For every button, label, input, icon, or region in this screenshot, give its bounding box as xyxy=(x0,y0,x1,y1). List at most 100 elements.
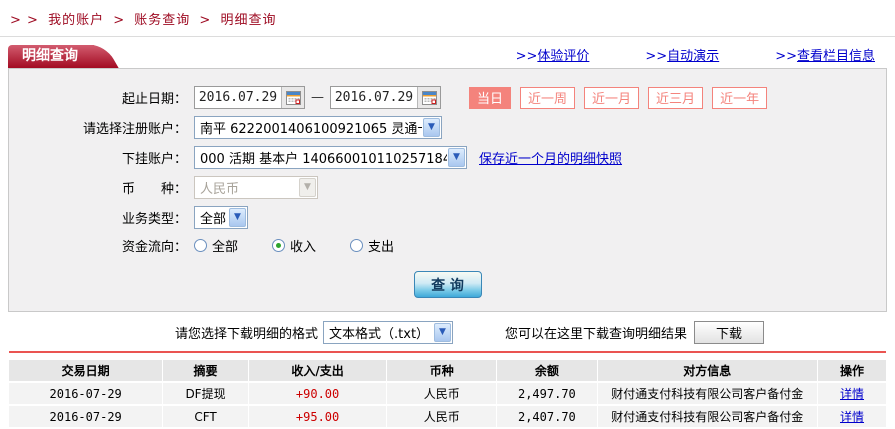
query-form-panel: 起止日期： — xyxy=(8,68,887,312)
cell-trade-date: 2016-07-29 xyxy=(9,406,163,427)
divider xyxy=(0,36,895,37)
flow-option-all[interactable]: 全部 xyxy=(194,236,238,255)
query-button-row: 查 询 xyxy=(9,271,886,298)
chevron-down-icon: ▼ xyxy=(448,148,465,167)
link-label: 自动演示 xyxy=(667,49,720,64)
fund-flow-radio-group: 全部 收入 支出 xyxy=(194,236,428,255)
business-type-row: 业务类型： 全部 ▼ xyxy=(9,206,886,229)
header-trade-date: 交易日期 xyxy=(9,360,163,381)
chevron-down-icon: ▼ xyxy=(299,178,316,197)
date-from-input[interactable] xyxy=(195,88,281,107)
cell-summary: DF提现 xyxy=(163,383,248,404)
currency-select: 人民币 ▼ xyxy=(194,176,318,199)
sub-account-row: 下挂账户： 000 活期 基本户 1406600101102571848 ▼ 保… xyxy=(9,146,886,169)
cell-currency: 人民币 xyxy=(387,383,497,404)
link-experience-rating[interactable]: >>体验评价 xyxy=(516,45,590,64)
download-hint: 您可以在这里下载查询明细结果 xyxy=(505,327,688,342)
currency-row: 币 种： 人民币 ▼ xyxy=(9,176,886,199)
sub-account-value: 000 活期 基本户 1406600101102571848 xyxy=(200,152,447,167)
registered-account-value: 南平 6222001406100921065 灵通卡 xyxy=(200,122,422,137)
download-format-label: 请您选择下载明细的格式 xyxy=(175,327,319,342)
business-type-value: 全部 xyxy=(200,212,227,227)
link-prefix: >> xyxy=(775,49,797,64)
fund-flow-label: 资金流向： xyxy=(121,240,187,255)
breadcrumb-separator: > xyxy=(199,13,212,28)
radio-checked-icon[interactable] xyxy=(272,239,286,252)
quick-range-buttons: 当日 近一周 近一月 近三月 近一年 xyxy=(469,86,768,109)
save-snapshot-link[interactable]: 保存近一个月的明细快照 xyxy=(479,148,622,167)
top-links: >>体验评价 >>自动演示 >>查看栏目信息 xyxy=(516,45,887,68)
header-action: 操作 xyxy=(818,360,886,381)
cell-trade-date: 2016-07-29 xyxy=(9,383,163,404)
radio-unchecked-icon[interactable] xyxy=(350,239,364,252)
sub-account-select[interactable]: 000 活期 基本户 1406600101102571848 ▼ xyxy=(194,146,467,169)
detail-link[interactable]: 详情 xyxy=(840,387,864,401)
cell-action: 详情 xyxy=(818,406,886,427)
transaction-table: 交易日期 摘要 收入/支出 币种 余额 对方信息 操作 2016-07-29 D… xyxy=(8,358,887,429)
quick-range-year-button[interactable]: 近一年 xyxy=(712,86,768,109)
flow-option-all-label: 全部 xyxy=(212,240,239,255)
quick-range-week-button[interactable]: 近一周 xyxy=(520,86,576,109)
calendar-icon[interactable] xyxy=(417,87,440,108)
breadcrumb-separator: > xyxy=(113,13,126,28)
header-balance: 余额 xyxy=(497,360,597,381)
flow-option-expense[interactable]: 支出 xyxy=(350,236,394,255)
flow-option-income[interactable]: 收入 xyxy=(272,236,316,255)
date-range-row: 起止日期： — xyxy=(9,86,886,109)
quick-range-today-button[interactable]: 当日 xyxy=(469,86,512,109)
flow-option-income-label: 收入 xyxy=(290,240,317,255)
cell-counterparty: 财付通支付科技有限公司客户备付金 xyxy=(597,406,818,427)
cell-amount: +95.00 xyxy=(248,406,387,427)
registered-account-label: 请选择注册账户： xyxy=(82,122,187,137)
red-separator-line xyxy=(9,351,886,353)
link-prefix: >> xyxy=(515,49,538,64)
registered-account-row: 请选择注册账户： 南平 6222001406100921065 灵通卡 ▼ xyxy=(9,116,886,139)
download-button[interactable]: 下载 xyxy=(694,321,765,344)
table-row: 2016-07-29 CFT +95.00 人民币 2,407.70 财付通支付… xyxy=(9,406,886,427)
calendar-icon[interactable] xyxy=(281,87,304,108)
date-from-box xyxy=(194,86,305,109)
cell-counterparty: 财付通支付科技有限公司客户备付金 xyxy=(597,383,818,404)
link-label: 查看栏目信息 xyxy=(796,49,875,64)
download-format-select[interactable]: 文本格式（.txt） ▼ xyxy=(323,321,454,344)
breadcrumb-item-my-account[interactable]: 我的账户 xyxy=(48,13,104,28)
cell-balance: 2,497.70 xyxy=(497,383,597,404)
tab-detail-query[interactable]: 明细查询 xyxy=(8,45,94,68)
radio-unchecked-icon[interactable] xyxy=(194,239,207,252)
download-row: 请您选择下载明细的格式 文本格式（.txt） ▼ 您可以在这里下载查询明细结果 … xyxy=(175,321,895,344)
download-format-value: 文本格式（.txt） xyxy=(329,327,430,342)
tab-bar: 明细查询 >>体验评价 >>自动演示 >>查看栏目信息 xyxy=(8,44,887,68)
fund-flow-row: 资金流向： 全部 收入 支出 xyxy=(9,236,886,255)
chevron-down-icon: ▼ xyxy=(229,208,246,227)
currency-label: 币 种： xyxy=(121,182,187,197)
date-to-box xyxy=(330,86,441,109)
header-counterparty: 对方信息 xyxy=(597,360,818,381)
cell-summary: CFT xyxy=(163,406,248,427)
table-header-row: 交易日期 摘要 收入/支出 币种 余额 对方信息 操作 xyxy=(9,360,886,381)
date-range-label: 起止日期： xyxy=(121,92,187,107)
registered-account-select[interactable]: 南平 6222001406100921065 灵通卡 ▼ xyxy=(194,116,442,139)
cell-balance: 2,407.70 xyxy=(497,406,597,427)
sub-account-label: 下挂账户： xyxy=(121,152,187,167)
date-to-input[interactable] xyxy=(331,88,417,107)
query-button[interactable]: 查 询 xyxy=(413,271,482,298)
quick-range-3months-button[interactable]: 近三月 xyxy=(648,86,704,109)
flow-option-expense-label: 支出 xyxy=(368,240,395,255)
table-row: 2016-07-29 DF提现 +90.00 人民币 2,497.70 财付通支… xyxy=(9,383,886,404)
header-currency: 币种 xyxy=(387,360,497,381)
cell-amount: +90.00 xyxy=(248,383,387,404)
business-type-select[interactable]: 全部 ▼ xyxy=(194,206,248,229)
business-type-label: 业务类型： xyxy=(121,212,187,227)
quick-range-month-button[interactable]: 近一月 xyxy=(584,86,640,109)
chevron-down-icon: ▼ xyxy=(434,323,452,342)
link-auto-demo[interactable]: >>自动演示 xyxy=(645,45,719,64)
chevron-down-icon: ▼ xyxy=(423,118,440,137)
header-summary: 摘要 xyxy=(163,360,248,381)
link-label: 体验评价 xyxy=(537,49,590,64)
cell-action: 详情 xyxy=(818,383,886,404)
link-view-column-info[interactable]: >>查看栏目信息 xyxy=(775,45,875,64)
breadcrumb-item-detail-query[interactable]: 明细查询 xyxy=(220,13,276,28)
breadcrumb-item-account-query[interactable]: 账务查询 xyxy=(134,13,190,28)
breadcrumb-prefix: > > xyxy=(10,13,39,28)
date-range-dash: — xyxy=(311,90,324,105)
